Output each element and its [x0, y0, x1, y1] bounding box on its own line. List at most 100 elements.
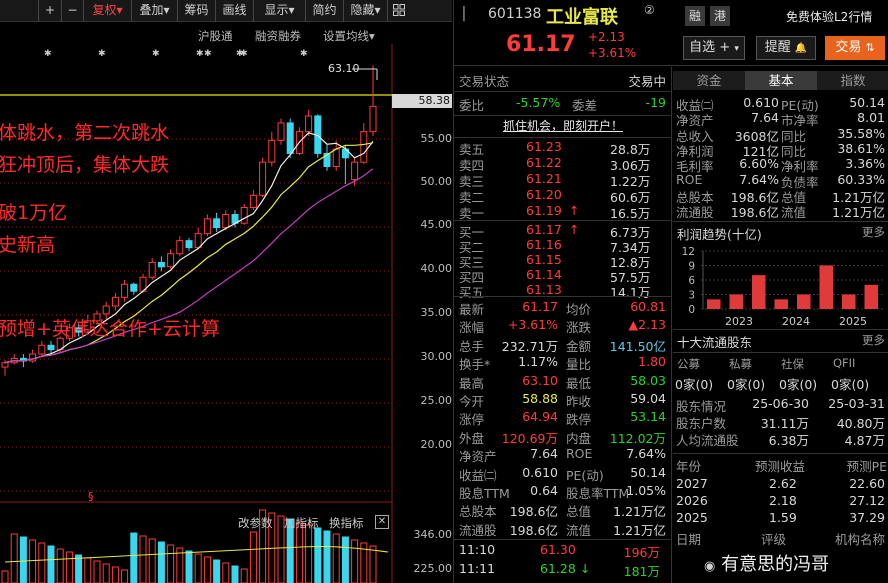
forecast-header: 年份 — [676, 459, 702, 474]
x-tick-label: 2023 — [725, 315, 753, 328]
holder-value: 4.87万 — [844, 433, 885, 448]
stat-label: 昨收 — [566, 394, 592, 409]
forecast-header: 预测收益 — [755, 459, 806, 474]
stat-value: 64.94 — [522, 409, 558, 425]
candle-body — [305, 115, 313, 133]
candle-body — [167, 253, 175, 268]
holder-count: 0家(0) — [675, 377, 714, 392]
volume-bar — [323, 530, 331, 583]
tick-row: 11:11 61.28 ↓ 181万 — [454, 561, 671, 579]
marker-icon: ✱ — [204, 49, 212, 59]
holder-category: QFII — [833, 356, 856, 370]
last-price: 61.17 — [506, 32, 576, 57]
ask-price: 61.22 — [526, 155, 562, 170]
y-label: 25.00 — [420, 394, 453, 407]
stat-label: 跌停 — [566, 412, 592, 428]
watchlist-label: 自选 — [689, 40, 716, 55]
y-label: 20.00 — [420, 438, 453, 451]
grid-icon[interactable] — [388, 0, 410, 22]
tab-index[interactable]: 指数 — [817, 71, 888, 90]
y-label: 50.00 — [420, 175, 453, 188]
holders-header: 十大流通股东 更多 — [673, 332, 888, 350]
volume-bar — [157, 541, 165, 583]
stat-label: 总手 — [459, 338, 485, 354]
y-label: 35.00 — [420, 306, 453, 319]
high-price-mark: 63.10 — [328, 62, 360, 75]
stat-value: 61.17 — [522, 299, 558, 314]
ask-row: 卖四 61.22 3.06万 — [454, 155, 671, 173]
annotation-text: 史新高 — [0, 234, 56, 256]
forecast-header-row: 年份 预测收益 预测PE — [673, 456, 888, 474]
stat-value: 50.14 — [630, 464, 666, 480]
candle-body — [351, 161, 359, 181]
switch-indicator-tab[interactable]: 换指标 — [329, 515, 364, 531]
volume-bar — [203, 556, 211, 583]
holder-category: 私募 — [729, 357, 752, 371]
adjust-button[interactable]: 复权▾ — [84, 0, 132, 22]
zoom-out-button[interactable]: − — [62, 0, 84, 22]
profit-bar — [864, 284, 878, 309]
x-tick-label: 2024 — [782, 315, 810, 328]
overlay-button[interactable]: 叠加▾ — [132, 0, 178, 22]
fund-label: ROE — [676, 171, 703, 187]
zoom-in-button[interactable]: + — [38, 0, 62, 22]
tab-funds[interactable]: 资金 — [673, 71, 745, 90]
fund-value: 7.64 — [751, 110, 779, 126]
stat-value: 1.80 — [638, 354, 666, 370]
volume-bar — [93, 560, 101, 583]
stat-row: 净资产 7.64 ROE 7.64% — [454, 446, 671, 464]
alert-button[interactable]: 提醒 🔔 — [756, 36, 816, 60]
watchlist-button[interactable]: 自选 + ▾ — [683, 36, 745, 60]
l2-promo-link[interactable]: 免费体验L2行情 — [786, 8, 872, 25]
chips-button[interactable]: 筹码 — [178, 0, 216, 22]
profit-trend-title: 利润趋势(十亿) — [677, 227, 762, 242]
edit-params-tab[interactable]: 改参数 — [238, 515, 273, 531]
stat-label: 流通股 — [459, 522, 497, 538]
display-button[interactable]: 显示▾ — [254, 0, 306, 22]
ask-price: 61.23 — [526, 139, 562, 154]
stat-label: 均价 — [566, 302, 592, 317]
volume-bar — [65, 551, 73, 583]
holder-row: 股东情况 25-06-30 25-03-31 — [673, 396, 888, 414]
candle-body — [240, 207, 248, 224]
holder-value: 25-03-31 — [828, 396, 885, 411]
volume-bar — [47, 545, 55, 583]
candle-body — [185, 240, 193, 249]
back-icon[interactable]: │ — [460, 7, 468, 22]
fund-value: 38.61% — [837, 140, 885, 156]
stat-label: 收益㈡ — [459, 467, 497, 483]
close-icon[interactable]: ✕ — [375, 515, 389, 529]
holder-label: 人均流通股 — [676, 433, 739, 448]
volume-bar — [194, 553, 202, 583]
watermark: ◉ 有意思的冯哥 — [704, 550, 829, 580]
open-account-ad[interactable]: 抓住机会，即刻开户！ — [454, 117, 671, 134]
y-tick-label: 9 — [688, 261, 695, 273]
candle-body — [213, 218, 221, 229]
hide-button[interactable]: 隐藏▾ — [344, 0, 388, 22]
volume-bar — [305, 524, 313, 583]
volume-bar — [130, 532, 138, 583]
simple-button[interactable]: 简约 — [306, 0, 344, 22]
profit-bar — [707, 299, 721, 309]
stat-row: 最高 63.10 最低 58.03 — [454, 373, 671, 391]
candle-body — [47, 344, 55, 351]
volume-bar — [295, 521, 303, 583]
stat-label: 涨停 — [459, 412, 485, 428]
fund-value: 50.14 — [849, 95, 885, 110]
stat-value: 198.6亿 — [509, 504, 558, 520]
tab-basic[interactable]: 基本 — [745, 71, 817, 90]
draw-line-button[interactable]: 画线 — [216, 0, 254, 22]
candle-body — [148, 261, 156, 278]
diff-value: -19 — [645, 95, 666, 110]
candle-body — [286, 122, 294, 154]
stat-label: 外盘 — [459, 430, 485, 446]
forecast-row: 2025 1.59 37.29 — [673, 510, 888, 527]
trade-button[interactable]: 交易 ⇅ — [825, 36, 885, 60]
swap-icon: ⇅ — [865, 41, 875, 54]
holders-more-link[interactable]: 更多 — [862, 332, 885, 348]
profit-more-link[interactable]: 更多 — [862, 224, 885, 240]
add-indicator-tab[interactable]: 加指标 — [284, 515, 319, 531]
kline-chart[interactable]: 沪股通 融资融券 设置均线▾ ✱ ✱ ✱ ✱ ✱ ✱ ✱ ✱ § 55.00 50.00 45.… — [0, 22, 452, 583]
volume-bar — [1, 570, 9, 583]
holder-category: 公募 — [677, 357, 700, 371]
